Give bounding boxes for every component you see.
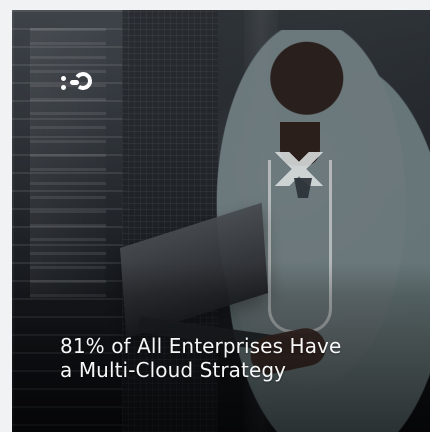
logo-dot-bottom: [61, 85, 66, 90]
headline: 81% of All Enterprises Have a Multi-Clou…: [60, 334, 410, 382]
hero-card: 81% of All Enterprises Have a Multi-Clou…: [12, 10, 430, 432]
server-lights: [30, 28, 106, 298]
logo-dot-top: [61, 76, 66, 81]
logo-ring: [72, 70, 94, 92]
brand-mark-icon: [61, 70, 94, 98]
headline-line-2: a Multi-Cloud Strategy: [60, 358, 287, 382]
headline-line-1: 81% of All Enterprises Have: [60, 334, 342, 358]
